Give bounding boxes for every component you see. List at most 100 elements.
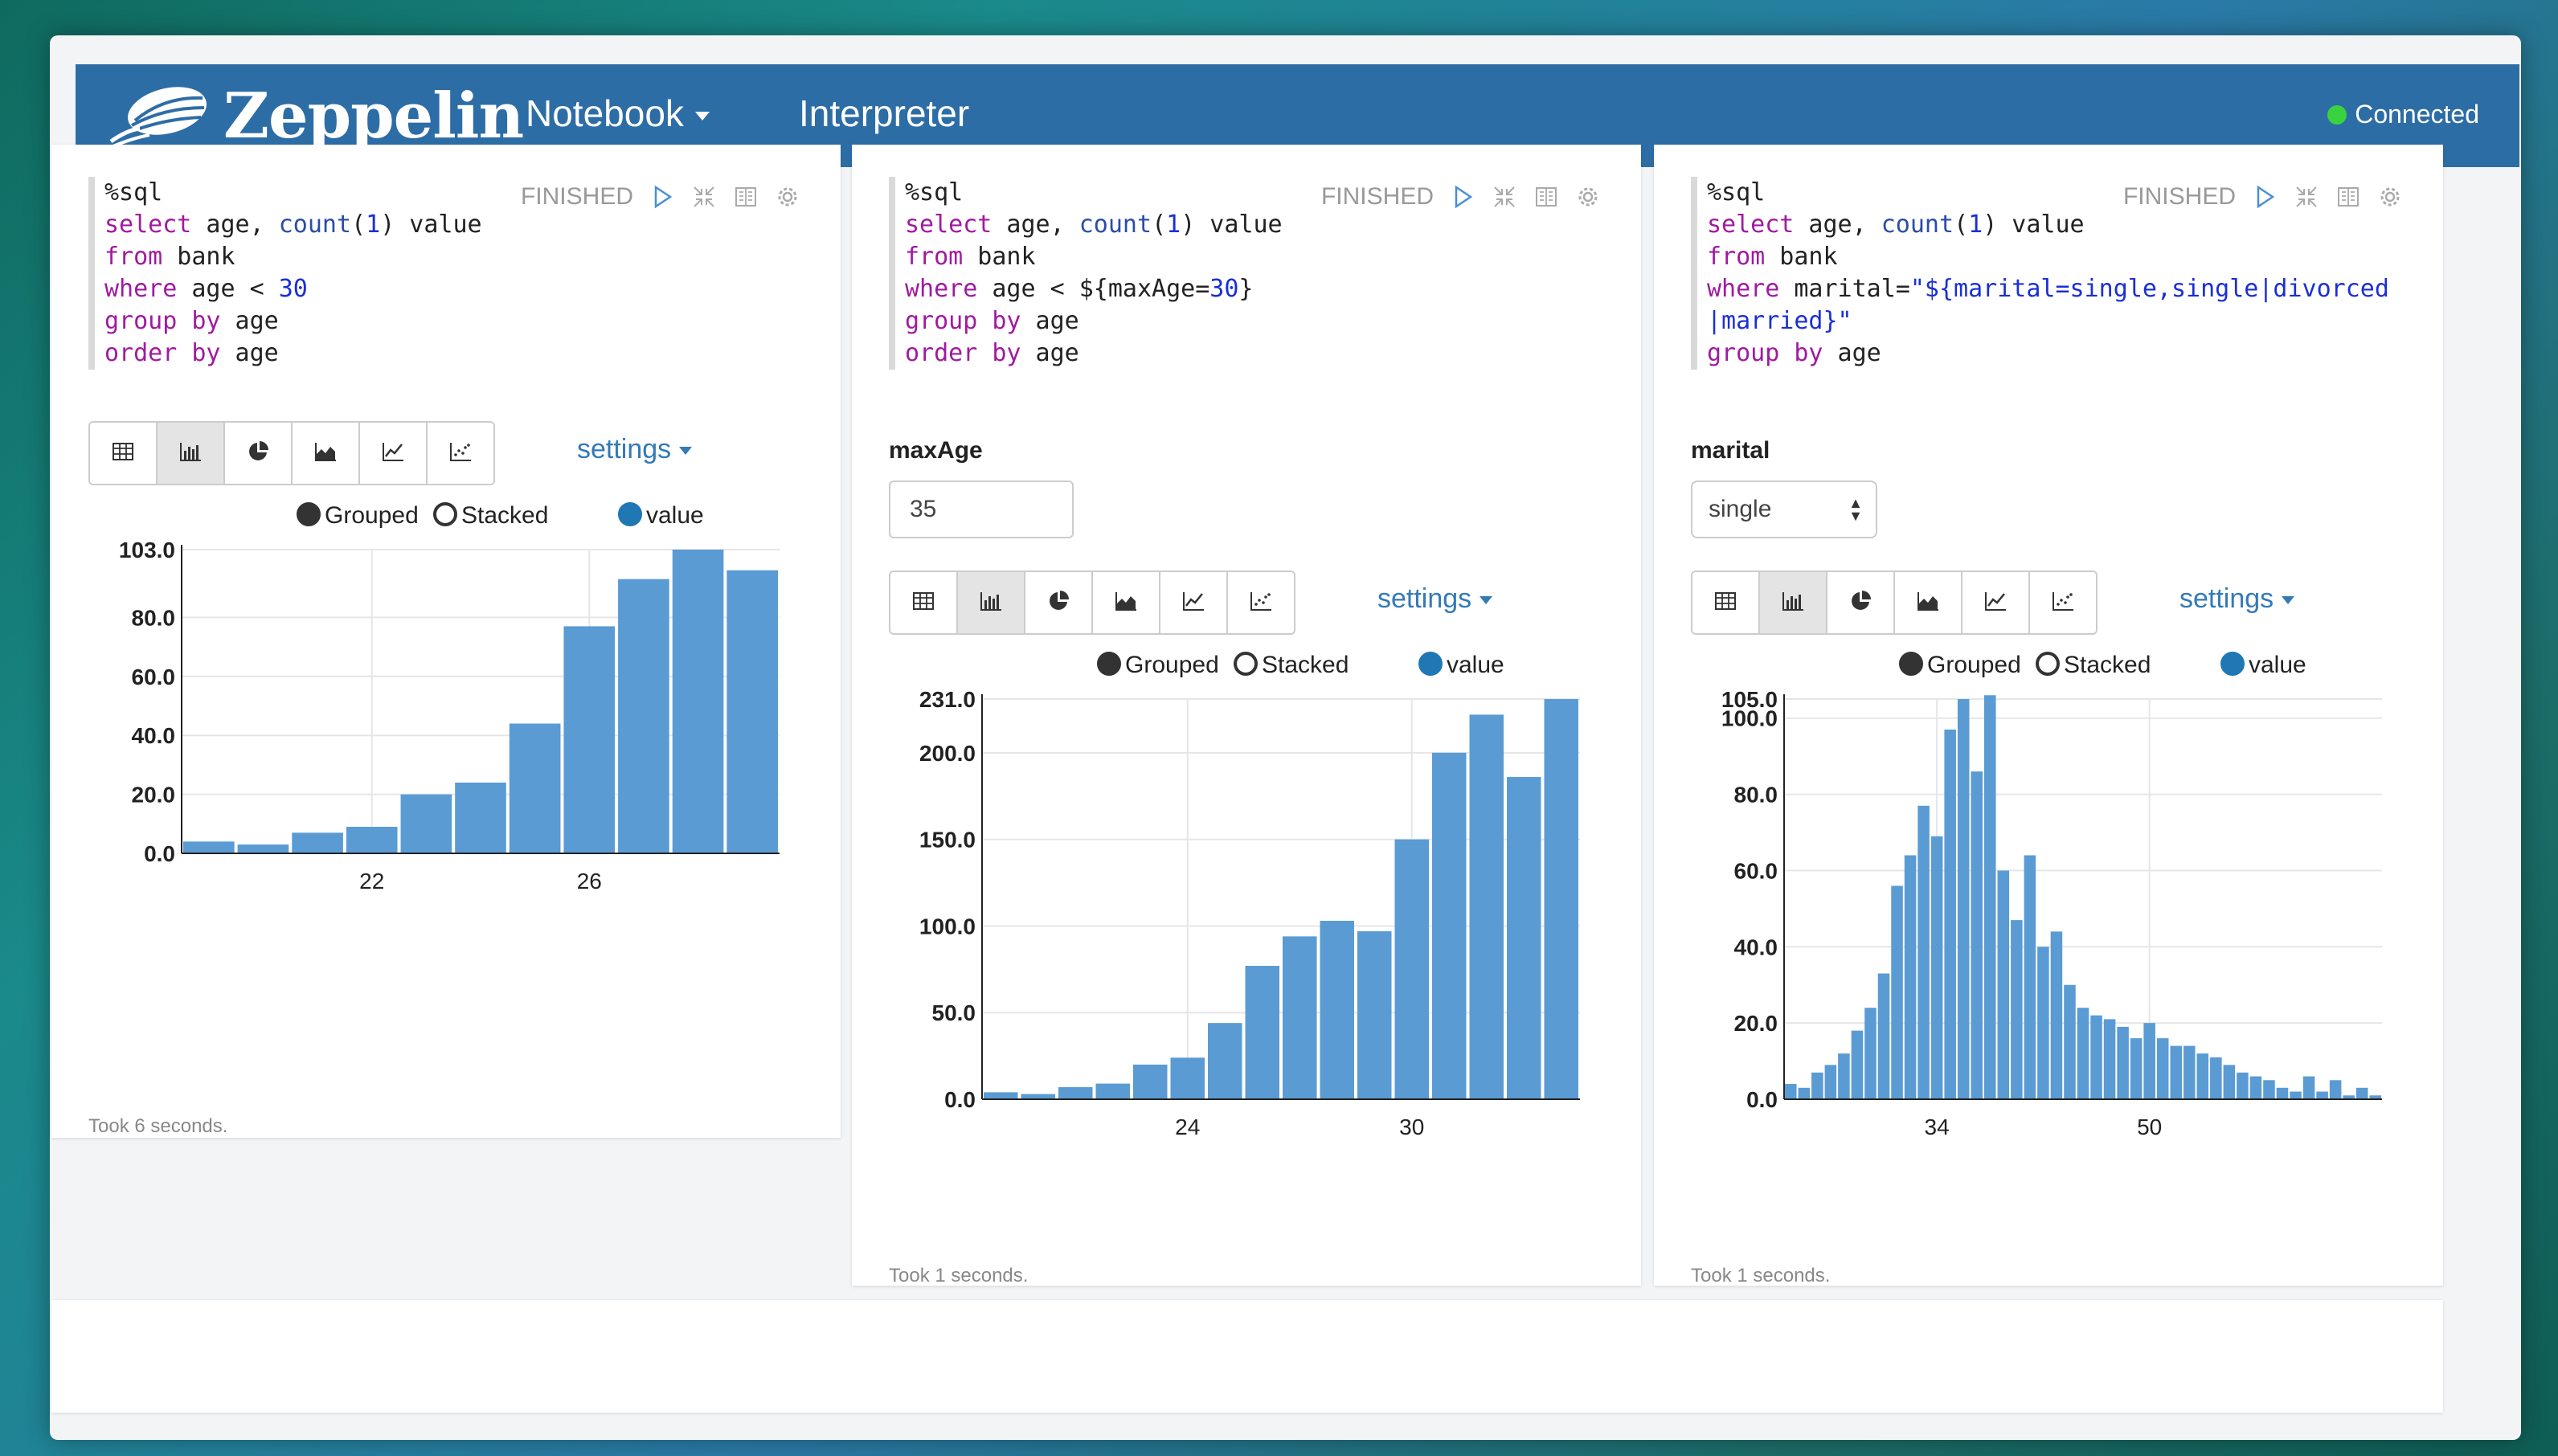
bar[interactable] <box>1170 1057 1205 1099</box>
bar[interactable] <box>2355 1087 2368 1099</box>
bar[interactable] <box>1320 920 1355 1099</box>
legend-value-marker[interactable] <box>618 502 642 526</box>
gear-icon[interactable] <box>1575 184 1601 210</box>
bar[interactable] <box>1917 805 1930 1099</box>
bar[interactable] <box>2196 1053 2209 1099</box>
bar[interactable] <box>1394 839 1430 1099</box>
bar[interactable] <box>1785 1084 1797 1099</box>
bar[interactable] <box>1838 1053 1850 1099</box>
bar[interactable] <box>1997 870 2010 1099</box>
pie-chart-view-button[interactable] <box>1827 572 1895 633</box>
book-icon[interactable] <box>733 184 759 210</box>
bar[interactable] <box>1357 930 1392 1099</box>
code-editor[interactable]: %sql select age, count(1) value from bank w… <box>889 177 1323 370</box>
bar[interactable] <box>2130 1038 2143 1099</box>
run-paragraph-icon[interactable] <box>2252 184 2278 210</box>
area-chart-view-button[interactable] <box>1093 572 1160 633</box>
bar[interactable] <box>618 579 669 853</box>
scatter-chart-view-button[interactable] <box>428 423 493 484</box>
bar[interactable] <box>2170 1045 2182 1099</box>
legend-value-marker[interactable] <box>1418 652 1443 676</box>
bar[interactable] <box>672 550 724 853</box>
collapse-icon[interactable] <box>691 184 717 210</box>
bar[interactable] <box>1944 729 1956 1099</box>
bar-chart-view-button[interactable] <box>958 572 1025 633</box>
legend-grouped-marker[interactable] <box>297 502 321 526</box>
collapse-icon[interactable] <box>1492 184 1517 210</box>
bar[interactable] <box>1891 885 1903 1099</box>
bar[interactable] <box>1283 936 1317 1099</box>
scatter-chart-view-button[interactable] <box>1228 572 1294 633</box>
bar[interactable] <box>1957 699 1970 1099</box>
pie-chart-view-button[interactable] <box>1025 572 1093 633</box>
bar[interactable] <box>1984 695 1996 1099</box>
bar[interactable] <box>1544 699 1579 1099</box>
bar[interactable] <box>984 1092 1018 1099</box>
legend-grouped-marker[interactable] <box>1097 652 1121 676</box>
maxage-input[interactable]: 35 <box>889 481 1074 538</box>
bar[interactable] <box>2090 1015 2102 1099</box>
legend-stacked-marker[interactable] <box>433 502 457 526</box>
bar[interactable] <box>2184 1045 2196 1099</box>
nav-notebook-menu[interactable]: Notebook <box>526 92 710 135</box>
settings-dropdown[interactable]: settings <box>2179 583 2295 615</box>
bar[interactable] <box>563 626 616 853</box>
run-paragraph-icon[interactable] <box>649 184 675 210</box>
bar[interactable] <box>2329 1080 2342 1099</box>
legend-stacked-marker[interactable] <box>2036 652 2060 676</box>
bar[interactable] <box>346 826 398 853</box>
bar[interactable] <box>237 844 289 853</box>
bar[interactable] <box>1507 777 1541 1099</box>
gear-icon[interactable] <box>775 184 800 210</box>
bar[interactable] <box>1971 771 1983 1099</box>
bar[interactable] <box>1811 1072 1823 1099</box>
bar[interactable] <box>2024 855 2036 1099</box>
bar[interactable] <box>509 723 561 853</box>
marital-select[interactable]: single ▲ ▼ <box>1691 481 1877 538</box>
bar[interactable] <box>1133 1064 1168 1099</box>
bar[interactable] <box>2064 984 2076 1099</box>
bar[interactable] <box>2302 1076 2315 1099</box>
bar[interactable] <box>2263 1080 2275 1099</box>
area-chart-view-button[interactable] <box>293 423 360 484</box>
collapse-icon[interactable] <box>2294 184 2319 210</box>
bar[interactable] <box>2316 1091 2328 1099</box>
area-chart-view-button[interactable] <box>1895 572 1962 633</box>
bar[interactable] <box>2011 920 2023 1099</box>
bar-chart-view-button[interactable] <box>158 423 225 484</box>
bar[interactable] <box>1864 1008 1877 1099</box>
bar[interactable] <box>2103 1019 2116 1099</box>
bar[interactable] <box>1904 855 1917 1099</box>
legend-value-marker[interactable] <box>2220 652 2245 676</box>
legend-stacked-marker[interactable] <box>1234 652 1258 676</box>
table-view-button[interactable] <box>90 423 158 484</box>
gear-icon[interactable] <box>2377 184 2403 210</box>
brand-logo[interactable]: Zeppelin <box>108 79 524 153</box>
book-icon[interactable] <box>1533 184 1559 210</box>
bar[interactable] <box>1851 1030 1864 1099</box>
bar[interactable] <box>2143 1023 2155 1099</box>
bar[interactable] <box>1877 973 1890 1099</box>
bar[interactable] <box>1245 966 1280 1099</box>
bar[interactable] <box>183 841 235 853</box>
table-view-button[interactable] <box>1692 572 1760 633</box>
bar[interactable] <box>2050 931 2063 1099</box>
line-chart-view-button[interactable] <box>360 423 428 484</box>
bar[interactable] <box>1798 1087 1811 1099</box>
pie-chart-view-button[interactable] <box>225 423 293 484</box>
bar[interactable] <box>1432 752 1467 1099</box>
bar[interactable] <box>726 570 778 853</box>
code-editor[interactable]: %sql select age, count(1) value from bank w… <box>88 177 522 370</box>
bar[interactable] <box>2037 947 2049 1099</box>
bar[interactable] <box>2249 1076 2262 1099</box>
run-paragraph-icon[interactable] <box>1450 184 1475 210</box>
table-view-button[interactable] <box>890 572 958 633</box>
bar[interactable] <box>1930 836 1943 1099</box>
book-icon[interactable] <box>2335 184 2361 210</box>
bar[interactable] <box>1058 1086 1093 1099</box>
bar[interactable] <box>1469 714 1504 1099</box>
bar[interactable] <box>2077 1008 2089 1099</box>
bar[interactable] <box>1208 1023 1242 1099</box>
bar[interactable] <box>2290 1091 2302 1099</box>
bar[interactable] <box>400 794 452 853</box>
